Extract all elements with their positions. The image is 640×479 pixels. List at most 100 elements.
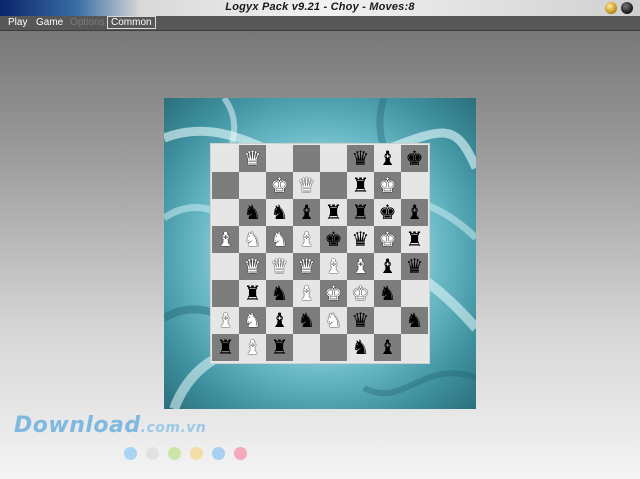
board-square[interactable]: ♚ — [347, 280, 374, 307]
board-square[interactable]: ♞ — [293, 307, 320, 334]
board-square[interactable] — [293, 145, 320, 172]
white-bishop-icon[interactable]: ♝ — [217, 308, 235, 332]
board-square[interactable]: ♝ — [239, 334, 266, 361]
board-square[interactable] — [320, 334, 347, 361]
board-square[interactable]: ♚ — [374, 172, 401, 199]
board-square[interactable]: ♛ — [239, 253, 266, 280]
board-square[interactable] — [374, 307, 401, 334]
white-bishop-icon[interactable]: ♝ — [217, 227, 235, 251]
white-bishop-icon[interactable]: ♝ — [325, 254, 343, 278]
board-square[interactable]: ♝ — [374, 334, 401, 361]
board-square[interactable] — [401, 172, 428, 199]
white-king-icon[interactable]: ♚ — [271, 173, 289, 197]
board-square[interactable]: ♜ — [347, 172, 374, 199]
board-square[interactable]: ♝ — [347, 253, 374, 280]
board-square[interactable]: ♝ — [293, 280, 320, 307]
white-king-icon[interactable]: ♚ — [352, 281, 370, 305]
menu-options[interactable]: Options — [67, 16, 107, 29]
board-square[interactable]: ♞ — [320, 307, 347, 334]
board-square[interactable]: ♛ — [266, 253, 293, 280]
black-knight-icon[interactable]: ♞ — [352, 335, 370, 359]
board-square[interactable]: ♜ — [320, 199, 347, 226]
white-bishop-icon[interactable]: ♝ — [352, 254, 370, 278]
board-square[interactable]: ♛ — [347, 226, 374, 253]
board-square[interactable] — [293, 334, 320, 361]
board-square[interactable] — [320, 172, 347, 199]
board-square[interactable] — [212, 253, 239, 280]
board-square[interactable]: ♚ — [320, 226, 347, 253]
board-square[interactable]: ♝ — [293, 199, 320, 226]
board-square[interactable]: ♜ — [212, 334, 239, 361]
black-rook-icon[interactable]: ♜ — [406, 227, 424, 251]
board-square[interactable]: ♞ — [347, 334, 374, 361]
board-square[interactable]: ♞ — [239, 199, 266, 226]
board-square[interactable] — [212, 280, 239, 307]
black-rook-icon[interactable]: ♜ — [217, 335, 235, 359]
board-square[interactable] — [320, 145, 347, 172]
black-queen-icon[interactable]: ♛ — [352, 146, 370, 170]
board-square[interactable]: ♝ — [293, 226, 320, 253]
board-square[interactable]: ♞ — [266, 226, 293, 253]
menu-play[interactable]: Play — [5, 16, 30, 29]
white-bishop-icon[interactable]: ♝ — [298, 227, 316, 251]
black-bishop-icon[interactable]: ♝ — [379, 146, 397, 170]
board-square[interactable]: ♞ — [239, 307, 266, 334]
white-knight-icon[interactable]: ♞ — [271, 227, 289, 251]
board-square[interactable]: ♚ — [374, 226, 401, 253]
white-queen-icon[interactable]: ♛ — [244, 146, 262, 170]
board-square[interactable]: ♜ — [239, 280, 266, 307]
white-king-icon[interactable]: ♚ — [379, 173, 397, 197]
board-square[interactable]: ♞ — [239, 226, 266, 253]
menu-game[interactable]: Game — [33, 16, 66, 29]
board-square[interactable]: ♚ — [320, 280, 347, 307]
black-king-icon[interactable]: ♚ — [379, 200, 397, 224]
black-king-icon[interactable]: ♚ — [325, 227, 343, 251]
board-square[interactable]: ♛ — [347, 145, 374, 172]
menu-common[interactable]: Common — [107, 16, 156, 29]
board-square[interactable]: ♚ — [374, 199, 401, 226]
black-queen-icon[interactable]: ♛ — [352, 308, 370, 332]
black-rook-icon[interactable]: ♜ — [352, 173, 370, 197]
board-square[interactable] — [401, 280, 428, 307]
black-bishop-icon[interactable]: ♝ — [271, 308, 289, 332]
board-square[interactable]: ♝ — [266, 307, 293, 334]
board-square[interactable]: ♛ — [239, 145, 266, 172]
white-queen-icon[interactable]: ♛ — [244, 254, 262, 278]
black-bishop-icon[interactable]: ♝ — [406, 200, 424, 224]
board-square[interactable]: ♜ — [347, 199, 374, 226]
board-square[interactable] — [212, 172, 239, 199]
white-king-icon[interactable]: ♚ — [325, 281, 343, 305]
board-square[interactable] — [239, 172, 266, 199]
board-square[interactable] — [401, 334, 428, 361]
black-rook-icon[interactable]: ♜ — [244, 281, 262, 305]
board-square[interactable]: ♝ — [401, 199, 428, 226]
black-king-icon[interactable]: ♚ — [406, 146, 424, 170]
board-square[interactable]: ♞ — [374, 280, 401, 307]
board-square[interactable] — [212, 145, 239, 172]
board-square[interactable]: ♛ — [401, 253, 428, 280]
board-square[interactable]: ♛ — [347, 307, 374, 334]
board-square[interactable] — [266, 145, 293, 172]
board-square[interactable]: ♚ — [401, 145, 428, 172]
black-rook-icon[interactable]: ♜ — [352, 200, 370, 224]
white-knight-icon[interactable]: ♞ — [244, 308, 262, 332]
white-queen-icon[interactable]: ♛ — [298, 173, 316, 197]
black-queen-icon[interactable]: ♛ — [352, 227, 370, 251]
black-knight-icon[interactable]: ♞ — [271, 281, 289, 305]
white-queen-icon[interactable]: ♛ — [298, 254, 316, 278]
white-knight-icon[interactable]: ♞ — [244, 227, 262, 251]
black-rook-icon[interactable]: ♜ — [271, 335, 289, 359]
black-bishop-icon[interactable]: ♝ — [379, 335, 397, 359]
board-square[interactable]: ♝ — [374, 145, 401, 172]
black-knight-icon[interactable]: ♞ — [271, 200, 289, 224]
black-knight-icon[interactable]: ♞ — [298, 308, 316, 332]
board-square[interactable]: ♝ — [212, 226, 239, 253]
board-square[interactable] — [212, 199, 239, 226]
board-square[interactable]: ♝ — [320, 253, 347, 280]
black-knight-icon[interactable]: ♞ — [406, 308, 424, 332]
board-square[interactable]: ♝ — [374, 253, 401, 280]
black-queen-icon[interactable]: ♛ — [406, 254, 424, 278]
black-knight-icon[interactable]: ♞ — [379, 281, 397, 305]
close-button[interactable] — [621, 2, 633, 14]
minimize-button[interactable] — [605, 2, 617, 14]
